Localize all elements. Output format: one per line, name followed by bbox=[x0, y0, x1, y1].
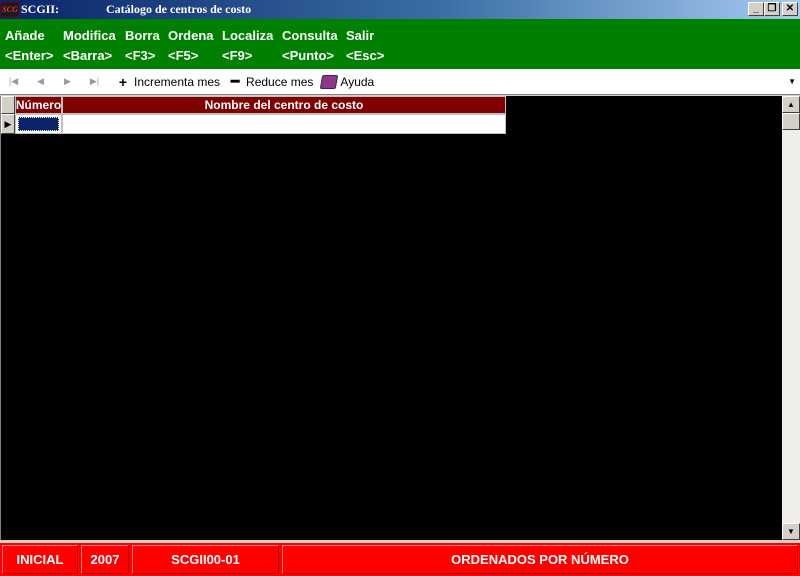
name-cell[interactable] bbox=[62, 114, 506, 134]
increment-month-button[interactable]: + Incrementa mes bbox=[116, 74, 220, 90]
cost-center-grid[interactable]: Número Nombre del centro de costo ▶ bbox=[0, 96, 782, 540]
query-command-label: Consulta bbox=[282, 28, 338, 43]
vertical-scrollbar[interactable]: ▲ ▼ bbox=[782, 96, 800, 540]
window-title: Catálogo de centros de costo bbox=[106, 2, 252, 16]
plus-icon: + bbox=[118, 73, 128, 90]
exit-command-key: <Esc> bbox=[346, 48, 385, 63]
last-record-button[interactable]: ▶| bbox=[81, 72, 108, 92]
delete-command-key: <F3> bbox=[125, 48, 156, 63]
selected-cell-highlight bbox=[18, 117, 59, 131]
query-command-key: <Punto> bbox=[282, 48, 335, 63]
minus-icon: ━ bbox=[230, 73, 240, 89]
locate-command[interactable]: Localiza <F9> bbox=[222, 26, 273, 66]
sort-command[interactable]: Ordena <F5> bbox=[168, 26, 214, 66]
app-logo-icon: SCG bbox=[1, 2, 19, 17]
column-header-number[interactable]: Número bbox=[15, 96, 62, 114]
delete-command[interactable]: Borra <F3> bbox=[125, 26, 160, 66]
modify-command-label: Modifica bbox=[63, 28, 116, 43]
exit-command[interactable]: Salir <Esc> bbox=[346, 26, 384, 66]
command-bar: Añade <Enter> Modifica <Barra> Borra <F3… bbox=[0, 19, 800, 69]
help-button[interactable]: Ayuda bbox=[320, 74, 375, 89]
reduce-month-label: Reduce mes bbox=[246, 74, 314, 89]
query-command[interactable]: Consulta <Punto> bbox=[282, 26, 338, 66]
modify-command-key: <Barra> bbox=[63, 48, 113, 63]
table-row[interactable]: ▶ bbox=[1, 114, 506, 134]
scroll-up-button[interactable]: ▲ bbox=[782, 96, 800, 113]
status-year: 2007 bbox=[81, 545, 129, 574]
previous-record-button[interactable]: ◀ bbox=[27, 72, 54, 92]
close-button[interactable]: ✕ bbox=[782, 2, 798, 16]
locate-command-key: <F9> bbox=[222, 48, 253, 63]
first-record-button[interactable]: |◀ bbox=[0, 72, 27, 92]
exit-command-label: Salir bbox=[346, 28, 375, 43]
scroll-down-button[interactable]: ▼ bbox=[782, 523, 800, 540]
status-mode: INICIAL bbox=[2, 545, 78, 574]
book-icon bbox=[320, 74, 339, 89]
column-header-name[interactable]: Nombre del centro de costo bbox=[62, 96, 506, 114]
locate-command-label: Localiza bbox=[222, 28, 274, 43]
increment-month-label: Incrementa mes bbox=[134, 74, 221, 89]
status-bar: INICIAL 2007 SCGII00-01 ORDENADOS POR NÚ… bbox=[0, 541, 800, 576]
status-module: SCGII00-01 bbox=[132, 545, 279, 574]
restore-button[interactable]: ❐ bbox=[764, 2, 780, 16]
number-cell[interactable] bbox=[15, 114, 62, 134]
help-label: Ayuda bbox=[340, 74, 375, 89]
delete-command-label: Borra bbox=[125, 28, 160, 43]
next-record-button[interactable]: ▶ bbox=[54, 72, 81, 92]
status-message: ORDENADOS POR NÚMERO bbox=[282, 545, 798, 574]
toolbar: |◀ ◀ ▶ ▶| + Incrementa mes ━ Reduce mes … bbox=[0, 69, 800, 95]
scroll-thumb[interactable] bbox=[782, 113, 800, 130]
window-controls: _ ❐ ✕ bbox=[748, 2, 798, 16]
add-command[interactable]: Añade <Enter> bbox=[5, 26, 53, 66]
app-name: SCGII: bbox=[21, 2, 60, 16]
grid-header: Número Nombre del centro de costo bbox=[1, 96, 506, 114]
title-bar: SCG SCGII: Catálogo de centros de costo … bbox=[0, 0, 800, 19]
row-indicator-icon: ▶ bbox=[1, 114, 15, 134]
minimize-button[interactable]: _ bbox=[748, 2, 764, 16]
sort-command-key: <F5> bbox=[168, 48, 199, 63]
add-command-key: <Enter> bbox=[5, 48, 54, 63]
toolbar-dropdown-icon[interactable]: ▼ bbox=[788, 77, 796, 86]
reduce-month-button[interactable]: ━ Reduce mes bbox=[228, 73, 314, 90]
add-command-label: Añade bbox=[5, 28, 45, 43]
sort-command-label: Ordena bbox=[168, 28, 214, 43]
grid-corner bbox=[1, 96, 15, 114]
modify-command[interactable]: Modifica <Barra> bbox=[63, 26, 116, 66]
